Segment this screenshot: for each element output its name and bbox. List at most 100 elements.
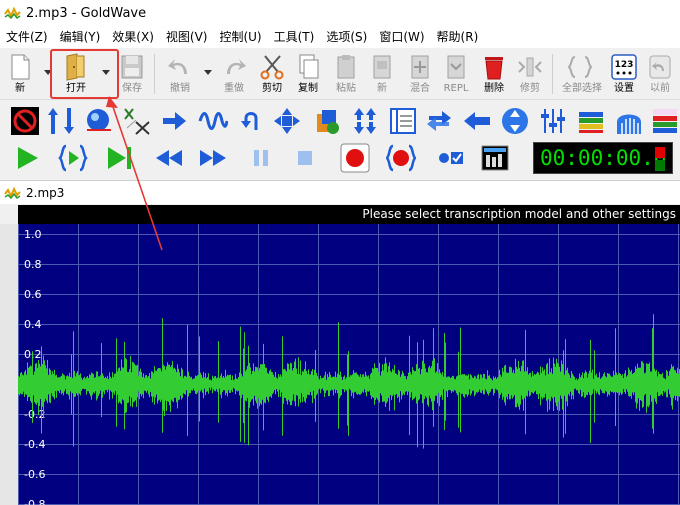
fade-cross-icon[interactable] — [122, 106, 152, 136]
mix-icon — [411, 55, 429, 79]
insert-arrow-icon[interactable] — [160, 106, 190, 136]
replace-icon — [447, 55, 465, 79]
y-axis-tick-label: -0.2 — [24, 408, 45, 421]
cut-label: 剪切 — [262, 83, 282, 94]
menu-help[interactable]: 帮助(R) — [431, 26, 485, 48]
left-arrow-icon[interactable] — [462, 106, 492, 136]
effects-toolbar — [0, 102, 680, 138]
left-gutter — [0, 224, 18, 505]
y-axis-tick-label: -0.4 — [24, 438, 45, 451]
select-all-button[interactable]: 全部选择 — [562, 50, 602, 98]
center-sphere-icon[interactable] — [500, 106, 530, 136]
redo-icon — [227, 59, 246, 74]
settings-button[interactable]: 123 设置 — [606, 50, 642, 98]
trim-label: 修剪 — [520, 83, 540, 94]
delete-button[interactable]: 删除 — [476, 50, 512, 98]
pause-icon[interactable] — [246, 143, 276, 173]
menu-effect[interactable]: 效果(X) — [106, 26, 160, 48]
timer-green-indicator — [655, 160, 665, 171]
paste-new-label: 新 — [377, 83, 387, 94]
paste-button[interactable]: 粘贴 — [328, 50, 364, 98]
echo-sphere-icon[interactable] — [84, 106, 114, 136]
goldwave-window: 2.mp3 - GoldWave 文件(Z) 编辑(Y) 效果(X) 视图(V)… — [0, 0, 680, 505]
settings-123-icon: 123 — [611, 54, 637, 80]
expand-arrows-icon[interactable] — [350, 106, 380, 136]
spectrum-bands-icon[interactable] — [576, 106, 606, 136]
menu-tools[interactable]: 工具(T) — [268, 26, 321, 48]
undo-label: 撤销 — [170, 83, 190, 94]
y-axis-tick-label: 0.4 — [24, 318, 42, 331]
record-selection-icon[interactable] — [386, 143, 416, 173]
time-display: 00:00:00.0 — [533, 142, 673, 174]
document-wave-icon — [4, 186, 21, 199]
record-settings-icon[interactable] — [436, 143, 466, 173]
y-axis-tick-label: 1.0 — [24, 228, 42, 241]
paste-new-icon — [373, 55, 391, 79]
mixer-cube-icon[interactable] — [312, 106, 342, 136]
waveform-canvas[interactable]: 1.00.80.60.40.20.0-0.2-0.4-0.6-0.8 — [18, 224, 680, 505]
undo-button[interactable]: 撤销 — [162, 50, 198, 98]
trim-icon — [518, 57, 542, 77]
menu-window[interactable]: 窗口(W) — [373, 26, 430, 48]
status-strip: Please select transcription model and ot… — [18, 205, 680, 224]
previous-button[interactable]: 以前 — [642, 50, 678, 98]
fast-forward-icon[interactable] — [198, 143, 228, 173]
marker-icon[interactable] — [388, 106, 418, 136]
toolbar-separator — [154, 54, 155, 94]
y-axis-tick-label: 0.6 — [24, 288, 42, 301]
copy-icon — [299, 54, 319, 79]
menu-view[interactable]: 视图(V) — [160, 26, 214, 48]
volume-up-down-icon[interactable] — [46, 106, 76, 136]
window-title: 2.mp3 - GoldWave — [26, 5, 147, 21]
paste-label: 粘贴 — [336, 83, 356, 94]
paste-new-button[interactable]: 新 — [364, 50, 400, 98]
paste-clipboard-icon — [337, 55, 355, 79]
copy-label: 复制 — [298, 83, 318, 94]
mix-button[interactable]: 混合 — [402, 50, 438, 98]
mix-label: 混合 — [410, 83, 430, 94]
arch-filter-icon[interactable] — [614, 106, 644, 136]
cut-button[interactable]: 剪切 — [254, 50, 290, 98]
compress-icon[interactable] — [272, 106, 302, 136]
document-title: 2.mp3 — [26, 185, 65, 200]
menu-file[interactable]: 文件(Z) — [0, 26, 54, 48]
toolbar-separator — [552, 54, 553, 94]
record-icon[interactable] — [340, 143, 370, 173]
open-highlight-annotation — [50, 49, 119, 99]
select-all-label: 全部选择 — [562, 83, 602, 94]
stop-icon[interactable] — [290, 143, 320, 173]
menu-edit[interactable]: 编辑(Y) — [54, 26, 107, 48]
play-to-end-icon[interactable] — [104, 143, 134, 173]
menu-control[interactable]: 控制(U) — [213, 26, 267, 48]
save-button[interactable]: 保存 — [114, 50, 150, 98]
waveform-trace — [18, 314, 680, 449]
redo-button[interactable]: 重做 — [216, 50, 252, 98]
play-selection-icon[interactable] — [58, 143, 88, 173]
wave-effect-icon[interactable] — [198, 106, 228, 136]
new-button[interactable]: 新 — [2, 50, 38, 98]
y-axis-tick-label: 0.8 — [24, 258, 42, 271]
play-icon[interactable] — [12, 143, 42, 173]
trim-button[interactable]: 修剪 — [512, 50, 548, 98]
status-message: Please select transcription model and ot… — [362, 207, 676, 221]
document-title-bar[interactable]: 2.mp3 — [0, 180, 680, 204]
copy-button[interactable]: 复制 — [290, 50, 326, 98]
y-axis-tick-label: -0.8 — [24, 498, 45, 505]
settings-label: 设置 — [614, 83, 634, 94]
rewind-icon[interactable] — [154, 143, 184, 173]
waveform-plot[interactable]: 1.0 0.8 0.6 0.4 0.2 0.0 -0.2 -0.4 -0.6 -0.8 — [18, 224, 680, 505]
control-window-icon[interactable] — [480, 143, 510, 173]
stop-effect-icon[interactable] — [10, 106, 40, 136]
swap-channels-icon[interactable] — [424, 106, 454, 136]
timer-red-indicator — [655, 147, 665, 158]
spectrum-filter-icon[interactable] — [650, 106, 680, 136]
equalizer-sliders-icon[interactable] — [538, 106, 568, 136]
replace-label: REPL — [443, 83, 469, 94]
new-label: 新 — [15, 83, 25, 94]
reverse-curve-icon[interactable] — [236, 106, 266, 136]
previous-icon — [649, 55, 671, 79]
replace-button[interactable]: REPL — [438, 50, 474, 98]
menu-options[interactable]: 选项(S) — [320, 26, 373, 48]
undo-dropdown-arrow-icon[interactable] — [204, 70, 212, 76]
time-display-value: 00:00:00.0 — [540, 146, 667, 170]
